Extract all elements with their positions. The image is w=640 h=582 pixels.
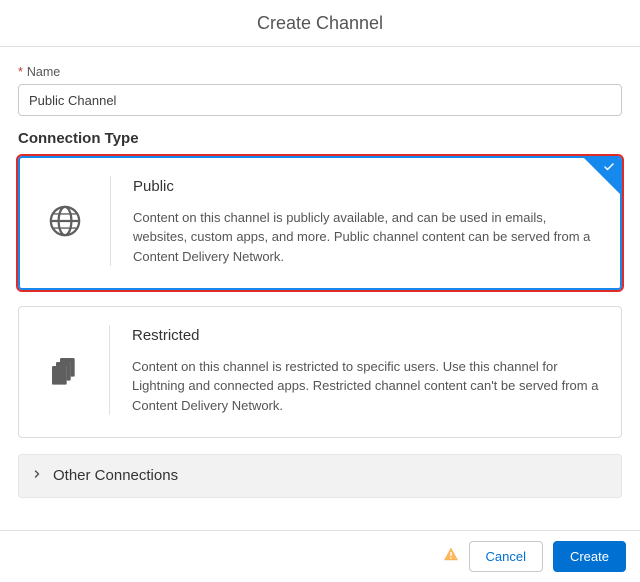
selected-corner bbox=[584, 158, 620, 194]
option-desc-public: Content on this channel is publicly avai… bbox=[133, 208, 598, 267]
cancel-button[interactable]: Cancel bbox=[469, 541, 543, 572]
card-divider bbox=[110, 176, 111, 266]
modal-body: * Name Connection Type Public Content on … bbox=[0, 47, 640, 498]
modal-title: Create Channel bbox=[0, 0, 640, 46]
option-title-restricted: Restricted bbox=[132, 325, 599, 347]
connection-option-public[interactable]: Public Content on this channel is public… bbox=[18, 156, 622, 290]
connection-type-label: Connection Type bbox=[18, 128, 622, 150]
modal-footer: Cancel Create bbox=[0, 530, 640, 582]
copy-icon bbox=[41, 354, 87, 386]
connection-option-restricted[interactable]: Restricted Content on this channel is re… bbox=[18, 306, 622, 438]
globe-icon bbox=[42, 204, 88, 238]
other-connections-toggle[interactable]: Other Connections bbox=[18, 454, 622, 498]
name-label-text: Name bbox=[27, 65, 60, 79]
card-divider bbox=[109, 325, 110, 415]
option-desc-restricted: Content on this channel is restricted to… bbox=[132, 357, 599, 416]
chevron-right-icon bbox=[31, 465, 43, 487]
warning-icon bbox=[443, 546, 459, 568]
required-asterisk: * bbox=[18, 65, 23, 79]
create-button[interactable]: Create bbox=[553, 541, 626, 572]
option-title-public: Public bbox=[133, 176, 598, 198]
check-icon bbox=[603, 161, 615, 173]
name-input[interactable] bbox=[18, 84, 622, 116]
other-connections-label: Other Connections bbox=[53, 465, 178, 487]
name-label: * Name bbox=[18, 63, 622, 81]
